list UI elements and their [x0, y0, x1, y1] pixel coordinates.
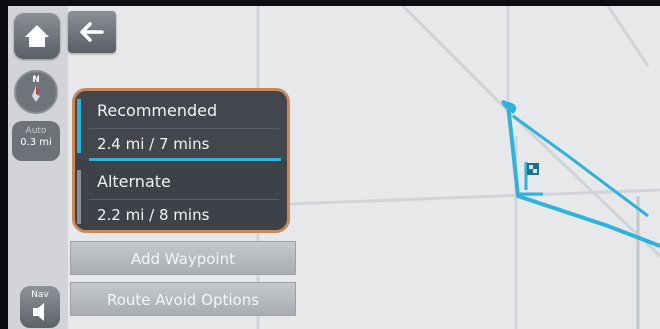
route-divider: [89, 128, 279, 129]
route-accent-bar: [77, 170, 81, 224]
speaker-icon: [33, 303, 44, 321]
back-button[interactable]: [68, 11, 116, 53]
back-arrow-icon: [80, 22, 104, 42]
route-option-alternate[interactable]: Alternate 2.2 mi / 8 mins: [75, 162, 287, 230]
route-distance-time: 2.4 mi / 7 mins: [97, 135, 210, 153]
compass-needle-icon: [32, 86, 40, 102]
route-selected-indicator: [89, 158, 281, 161]
route-distance-time: 2.2 mi / 8 mins: [97, 206, 210, 224]
route-divider: [89, 199, 279, 200]
nav-screen: N Auto 0.3 mi Recommended 2.4 mi / 7 min…: [8, 6, 660, 329]
zoom-scale-label: 0.3 mi: [20, 137, 52, 148]
zoom-mode-label: Auto: [25, 126, 47, 136]
route-name: Alternate: [97, 172, 171, 191]
compass-button[interactable]: N: [14, 70, 58, 114]
route-name: Recommended: [97, 101, 218, 120]
add-waypoint-button[interactable]: Add Waypoint: [70, 241, 296, 275]
home-button[interactable]: [14, 13, 60, 59]
zoom-scale-button[interactable]: Auto 0.3 mi: [12, 121, 60, 161]
nav-label: Nav: [31, 290, 49, 300]
route-option-recommended[interactable]: Recommended 2.4 mi / 7 mins: [75, 91, 287, 161]
route-options-panel: Recommended 2.4 mi / 7 mins Alternate 2.…: [72, 88, 290, 233]
home-icon: [25, 25, 49, 47]
route-accent-bar: [77, 99, 81, 153]
route-avoid-options-button[interactable]: Route Avoid Options: [70, 282, 296, 316]
nav-audio-button[interactable]: Nav: [20, 286, 60, 328]
